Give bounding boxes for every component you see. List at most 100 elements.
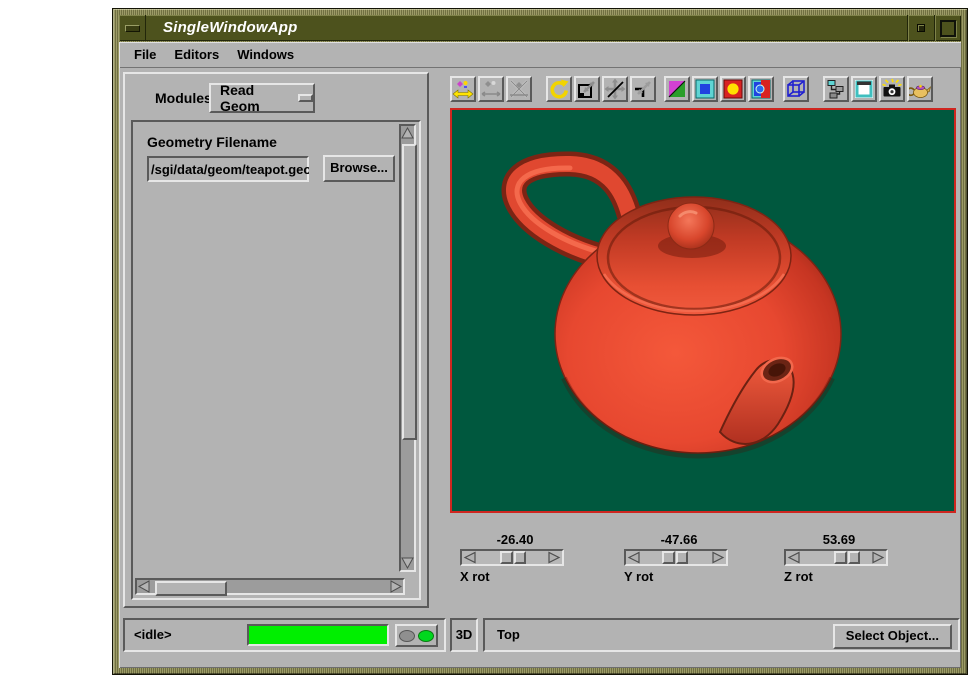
module-tree-button[interactable]: [823, 76, 849, 102]
snapshot-camera-icon: [881, 78, 903, 100]
maximize-button[interactable]: [934, 15, 961, 41]
x-rot-label: X rot: [460, 569, 570, 584]
viewer-window-icon: [853, 78, 875, 100]
module-select-value: Read Geom: [220, 82, 289, 114]
select-object-button[interactable]: Select Object...: [833, 624, 952, 649]
center-transform-icon: [508, 78, 530, 100]
filename-input[interactable]: [149, 158, 311, 180]
teapot-render: [452, 110, 954, 511]
app-window: SingleWindowApp File Editors Windows Mod…: [112, 8, 968, 675]
vertical-scrollbar[interactable]: [399, 124, 416, 572]
minimize-icon: [917, 24, 925, 32]
dimension-mode-box[interactable]: 3D: [450, 618, 478, 652]
rotate-mode-icon: [548, 78, 570, 100]
module-select-dropdown[interactable]: Read Geom: [209, 83, 315, 113]
z-rot-label: Z rot: [784, 569, 894, 584]
run-indicator-button[interactable]: [395, 624, 438, 647]
maximize-icon: [940, 20, 956, 37]
geometry-filename-label: Geometry Filename: [147, 134, 277, 150]
menu-file[interactable]: File: [125, 43, 165, 67]
view-split-button[interactable]: [748, 76, 774, 102]
slider-right-icon[interactable]: [871, 551, 885, 564]
browse-button[interactable]: Browse...: [323, 155, 395, 182]
x-rot-slider-group: -26.40 X rot: [460, 532, 570, 584]
view-split-icon: [750, 78, 772, 100]
normalize-transform-button[interactable]: [478, 76, 504, 102]
reset-transform-button[interactable]: [450, 76, 476, 102]
rotate-mode-button[interactable]: [546, 76, 572, 102]
x-rot-thumb[interactable]: [500, 551, 526, 564]
modules-label: Modules: [155, 90, 212, 106]
view-circle-button[interactable]: [720, 76, 746, 102]
horizontal-scrollbar[interactable]: [135, 578, 405, 595]
menu-editors[interactable]: Editors: [165, 43, 228, 67]
translate-mode-icon: [604, 78, 626, 100]
perspective-cube-button[interactable]: [783, 76, 809, 102]
x-rot-slider[interactable]: [460, 549, 564, 566]
slider-left-icon[interactable]: [627, 551, 641, 564]
y-rot-value: -47.66: [624, 532, 734, 548]
vertical-scroll-thumb[interactable]: [402, 144, 417, 440]
viewer-toolbar: [450, 76, 933, 102]
perspective-group: [783, 76, 809, 102]
render-viewport[interactable]: [450, 108, 956, 513]
y-rot-slider-group: -47.66 Y rot: [624, 532, 734, 584]
x-rot-value: -26.40: [460, 532, 570, 548]
perspective-cube-icon: [785, 78, 807, 100]
view-preset-group: [664, 76, 774, 102]
translate-mode-button[interactable]: [602, 76, 628, 102]
horizontal-scroll-thumb[interactable]: [155, 581, 227, 596]
center-transform-button[interactable]: [506, 76, 532, 102]
filename-field-frame: [147, 156, 309, 182]
axis-flip-icon: [666, 78, 688, 100]
slider-right-icon[interactable]: [547, 551, 561, 564]
viewer-window-button[interactable]: [851, 76, 877, 102]
desktop: SingleWindowApp File Editors Windows Mod…: [0, 0, 976, 684]
status-text: <idle>: [134, 627, 172, 642]
view-info-frame: Top Select Object...: [483, 618, 960, 652]
snapshot-camera-button[interactable]: [879, 76, 905, 102]
scroll-down-icon[interactable]: [401, 556, 414, 569]
module-panel: Modules Read Geom Geometry Filename Brow…: [123, 72, 429, 608]
transform-tools-group: [450, 76, 532, 102]
title-bar: SingleWindowApp: [119, 15, 961, 41]
y-rot-label: Y rot: [624, 569, 734, 584]
scroll-right-icon[interactable]: [389, 580, 402, 593]
y-rot-thumb[interactable]: [662, 551, 688, 564]
view-circle-icon: [722, 78, 744, 100]
z-rot-thumb[interactable]: [834, 551, 860, 564]
translate-z-mode-button[interactable]: [630, 76, 656, 102]
window-menu-icon: [125, 25, 140, 32]
slider-left-icon[interactable]: [463, 551, 477, 564]
axis-flip-button[interactable]: [664, 76, 690, 102]
main-content: Modules Read Geom Geometry Filename Brow…: [119, 68, 961, 668]
z-rot-value: 53.69: [784, 532, 894, 548]
scroll-up-icon[interactable]: [401, 127, 414, 140]
menu-windows[interactable]: Windows: [228, 43, 303, 67]
z-rot-slider[interactable]: [784, 549, 888, 566]
minimize-button[interactable]: [907, 15, 934, 41]
option-menu-indicator-icon: [298, 94, 313, 102]
mouse-mode-group: [546, 76, 656, 102]
scale-mode-button[interactable]: [574, 76, 600, 102]
slider-left-icon[interactable]: [787, 551, 801, 564]
slider-right-icon[interactable]: [711, 551, 725, 564]
view-square-icon: [694, 78, 716, 100]
z-rot-slider-group: 53.69 Z rot: [784, 532, 894, 584]
translate-z-mode-icon: [632, 78, 654, 100]
window-title: SingleWindowApp: [146, 15, 907, 41]
y-rot-slider[interactable]: [624, 549, 728, 566]
view-square-button[interactable]: [692, 76, 718, 102]
teapot-demo-icon: [909, 78, 931, 100]
led-off-icon: [399, 630, 415, 642]
menu-bar: File Editors Windows: [119, 42, 961, 68]
led-on-icon: [418, 630, 434, 642]
scroll-left-icon[interactable]: [138, 580, 151, 593]
viewer-actions-group: [823, 76, 933, 102]
teapot-demo-button[interactable]: [907, 76, 933, 102]
module-tree-icon: [825, 78, 847, 100]
view-name: Top: [497, 627, 520, 642]
window-menu-button[interactable]: [119, 15, 146, 41]
reset-transform-icon: [452, 78, 474, 100]
normalize-transform-icon: [480, 78, 502, 100]
